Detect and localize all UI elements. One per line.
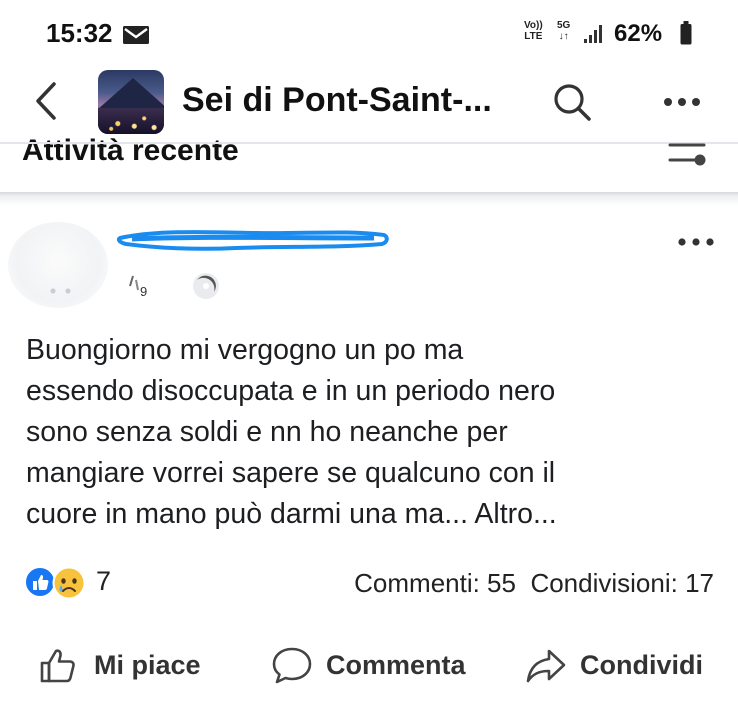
- group-avatar[interactable]: [98, 70, 164, 134]
- back-icon[interactable]: [30, 80, 64, 122]
- 5g-indicator: 5G ↓↑: [557, 20, 571, 42]
- comment-bubble-icon: [272, 647, 312, 684]
- search-icon[interactable]: [552, 82, 592, 122]
- more-icon[interactable]: [662, 96, 702, 108]
- filter-icon[interactable]: [664, 136, 712, 170]
- section-title: Attività recente: [22, 134, 239, 167]
- share-arrow-icon: [526, 649, 566, 683]
- battery-icon: [680, 21, 692, 45]
- like-button[interactable]: Mi piace: [38, 644, 201, 686]
- post-text-line: cuore in mano può darmi una ma... Altro.…: [26, 498, 557, 530]
- post-actions: Mi piace Commenta Condividi: [0, 630, 738, 700]
- post-text-line: essendo disoccupata e in un periodo nero: [26, 375, 556, 407]
- group-header: Sei di Pont-Saint-...: [0, 66, 738, 142]
- group-name[interactable]: Sei di Pont-Saint-...: [182, 81, 492, 120]
- engagement-counts: Commenti: 55 Condivisioni: 17: [354, 568, 714, 599]
- signal-icon: [584, 25, 602, 43]
- sad-reaction-icon: [52, 566, 86, 600]
- thumbs-up-icon: [40, 649, 75, 683]
- author-avatar[interactable]: [8, 222, 108, 308]
- post-text-line: mangiare vorrei sapere se qualcuno con i…: [26, 457, 556, 489]
- status-bar: 15:32 Vo)) LTE 5G ↓↑ 62%: [0, 0, 738, 66]
- redacted-author-name[interactable]: [116, 224, 390, 256]
- volte-indicator: Vo)) LTE: [524, 20, 543, 42]
- status-time: 15:32: [46, 18, 113, 48]
- header-divider: [0, 142, 738, 144]
- share-button[interactable]: Condividi: [524, 644, 703, 686]
- see-more-link[interactable]: Altro...: [474, 498, 556, 530]
- post-text-line: sono senza soldi e nn ho neanche per: [26, 416, 508, 448]
- comment-button[interactable]: Commenta: [270, 644, 466, 686]
- share-label: Condividi: [580, 649, 703, 680]
- svg-text:9: 9: [140, 284, 147, 299]
- mail-icon: [123, 26, 149, 44]
- post-meta: 9: [129, 273, 219, 299]
- shares-count[interactable]: Condivisioni: 17: [530, 568, 714, 598]
- battery-percent: 62%: [614, 20, 663, 47]
- reaction-count: 7: [96, 566, 112, 596]
- screen: 15:32 Vo)) LTE 5G ↓↑ 62% Sei di Pont-Sai…: [0, 0, 738, 705]
- post-options-icon[interactable]: [676, 236, 716, 248]
- comments-count[interactable]: Commenti: 55: [354, 568, 516, 598]
- post-text-line: Buongiorno mi vergogno un po ma: [26, 334, 464, 366]
- like-label: Mi piace: [94, 649, 201, 680]
- section-separator: [0, 192, 738, 206]
- post-text[interactable]: Buongiorno mi vergogno un po ma essendo …: [26, 330, 726, 535]
- comment-label: Commenta: [326, 649, 466, 680]
